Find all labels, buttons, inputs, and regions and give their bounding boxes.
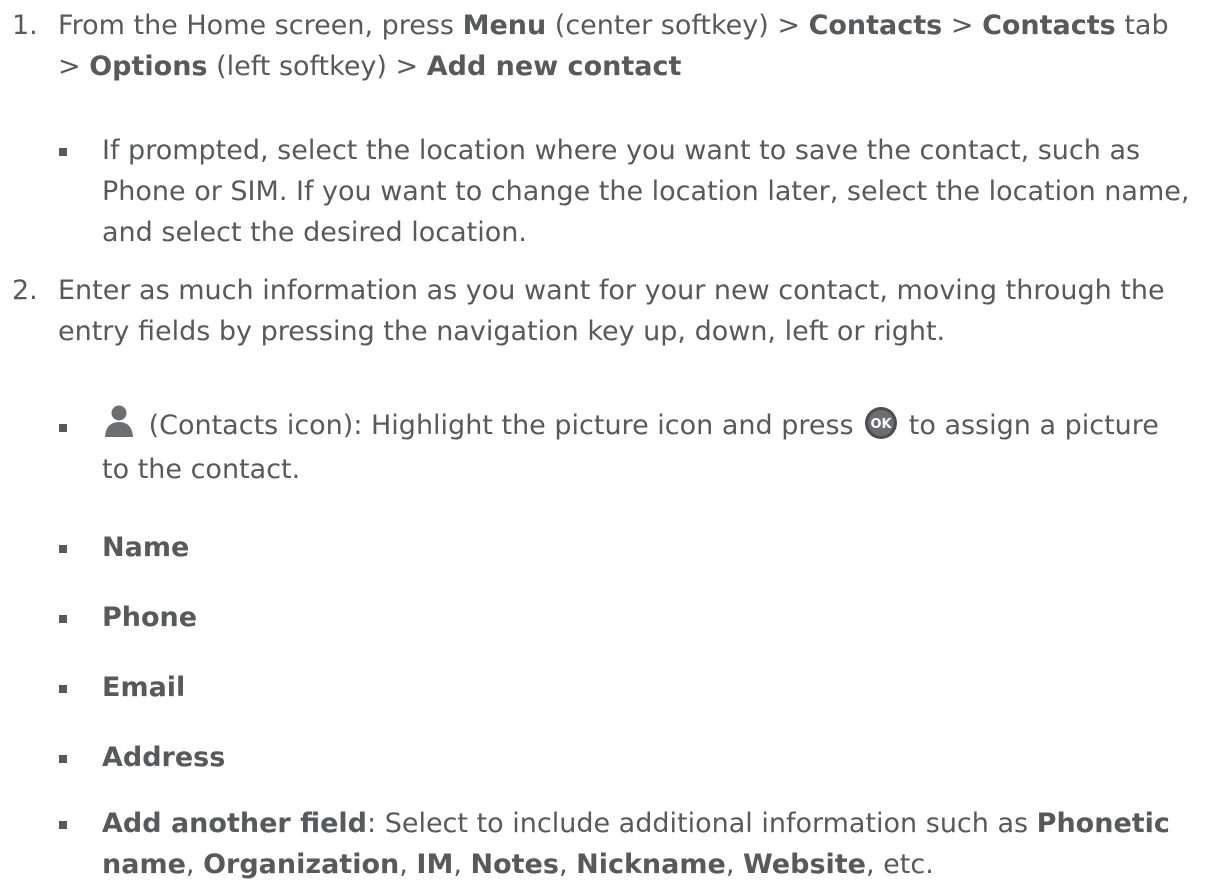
field-email-label: Email [102, 667, 1195, 708]
bullet-marker [59, 545, 67, 553]
text-run: , [725, 849, 743, 880]
bullet-marker [59, 685, 67, 693]
text-run: Enter as much information as you want fo… [58, 275, 1165, 347]
step-1-bullet-1: If prompted, select the location where y… [102, 130, 1195, 253]
bold-term: Notes [470, 849, 559, 880]
bold-term: Add new contact [426, 51, 682, 82]
bold-term: Contacts [808, 10, 943, 41]
step-2: 2. Enter as much information as you want… [0, 270, 1195, 352]
text-run: , [185, 849, 204, 880]
bold-term: Contacts [982, 10, 1116, 41]
text-run: (Contacts icon): Highlight the picture i… [140, 410, 863, 441]
bold-term: Nickname [576, 849, 726, 880]
text-run: From the Home screen, press [58, 10, 463, 41]
ok-key-icon: OK [864, 406, 898, 440]
text-run: > [942, 10, 983, 41]
step-2-bullet-5: Address [0, 737, 1195, 778]
bullet-marker [59, 615, 67, 623]
step-2-bullet-6: Add another field: Select to include add… [0, 803, 1195, 885]
bold-term: Address [102, 742, 226, 773]
bold-term: IM [416, 849, 454, 880]
step-2-bullet-2: Name [0, 527, 1195, 568]
bullet-marker [59, 821, 67, 829]
field-phone-label: Phone [102, 597, 1195, 638]
text-run: If prompted, select the location where y… [102, 135, 1190, 248]
bold-term: Phone [102, 602, 198, 633]
bold-term: Menu [462, 10, 547, 41]
step-2-bullet-4: Email [0, 667, 1195, 708]
step-1-bullets: If prompted, select the location where y… [0, 130, 1195, 253]
bold-term: Organization [203, 849, 400, 880]
contacts-person-icon [102, 404, 136, 438]
field-name-label: Name [102, 527, 1195, 568]
instructions-page: 1. From the Home screen, press Menu (cen… [0, 0, 1208, 882]
add-another-field-text: Add another field: Select to include add… [102, 803, 1192, 885]
text-run: (center softkey) > [546, 10, 809, 41]
step-number: 1. [12, 10, 38, 41]
step-2-bullet-3: Phone [0, 597, 1195, 638]
text-run: , [453, 849, 471, 880]
bold-term: Website [742, 849, 866, 880]
step-1-text: From the Home screen, press Menu (center… [58, 5, 1195, 87]
bold-term: Name [102, 532, 190, 563]
text-run: , [558, 849, 577, 880]
step-number: 2. [12, 275, 38, 306]
step-2-bullet-1: (Contacts icon): Highlight the picture i… [0, 404, 1195, 492]
text-run: , [399, 849, 417, 880]
step-1: 1. From the Home screen, press Menu (cen… [0, 5, 1195, 87]
field-address-label: Address [102, 737, 1195, 778]
svg-text:OK: OK [871, 417, 893, 432]
bold-term: Email [102, 672, 186, 703]
bullet-marker [59, 755, 67, 763]
step-2-text: Enter as much information as you want fo… [58, 270, 1195, 352]
text-run: (left softkey) > [207, 51, 427, 82]
text-run: , etc. [866, 849, 934, 880]
bold-term: Options [89, 51, 208, 82]
bullet-marker [59, 148, 67, 156]
contacts-icon-bullet-text: (Contacts icon): Highlight the picture i… [102, 404, 1192, 492]
text-run: : Select to include additional informati… [367, 808, 1037, 839]
bullet-marker [59, 424, 67, 432]
bold-term: Add another field [102, 808, 368, 839]
